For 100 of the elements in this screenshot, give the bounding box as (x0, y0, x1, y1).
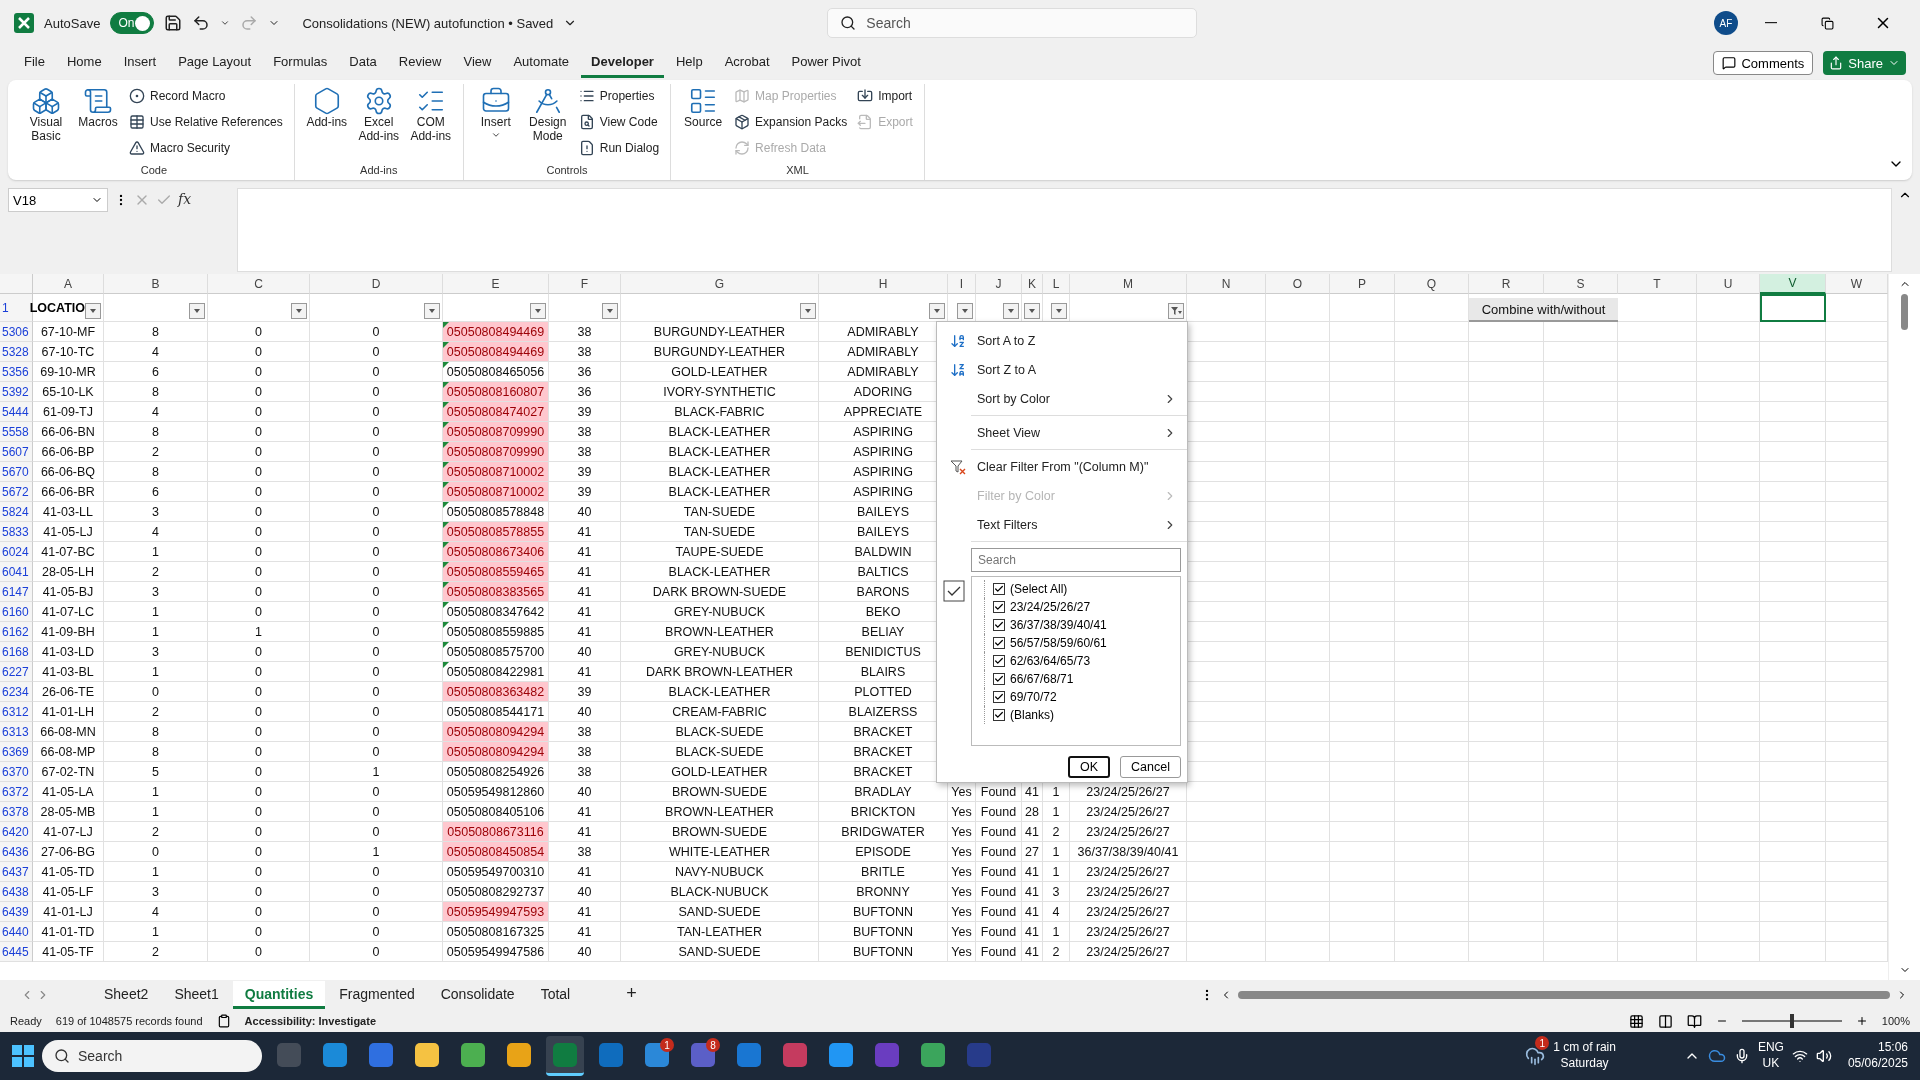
ribbon-tab[interactable]: Acrobat (714, 48, 780, 78)
checkbox-icon[interactable] (943, 580, 965, 602)
column-header[interactable]: K (1022, 274, 1043, 294)
save-icon[interactable] (164, 14, 183, 32)
column-header[interactable]: J (976, 274, 1022, 294)
sheet-tab[interactable]: Sheet1 (162, 981, 231, 1009)
filter-value[interactable]: 66/67/68/71 (984, 670, 1180, 688)
filter-value[interactable]: (Blanks) (984, 706, 1180, 724)
scroll-thumb[interactable] (1238, 991, 1890, 999)
ribbon-tab[interactable]: Power Pivot (781, 48, 871, 78)
ribbon-button[interactable]: Insert (471, 84, 520, 164)
column-header[interactable]: W (1826, 274, 1888, 294)
filter-applied-button[interactable] (1168, 303, 1184, 319)
checkbox[interactable] (993, 691, 1005, 703)
filter-button[interactable] (957, 303, 973, 319)
ribbon-tab[interactable]: Automate (503, 48, 580, 78)
ribbon-tab[interactable]: Formulas (263, 48, 338, 78)
ribbon-button[interactable]: Macros (74, 84, 122, 164)
filter-button[interactable] (85, 303, 101, 319)
formula-input[interactable] (237, 188, 1892, 272)
sheet-tab[interactable]: Consolidate (428, 981, 527, 1009)
macro-icon[interactable] (216, 1014, 231, 1028)
ribbon-tab[interactable]: Help (665, 48, 713, 78)
ribbon-tab[interactable]: Data (339, 48, 387, 78)
checkbox[interactable] (993, 709, 1005, 721)
filter-button[interactable] (1003, 303, 1019, 319)
filter-value[interactable]: 56/57/58/59/60/61 (984, 634, 1180, 652)
network-icon[interactable] (1791, 1048, 1808, 1064)
sheet-tab[interactable]: Quantities (232, 981, 326, 1009)
undo-icon[interactable] (192, 14, 211, 32)
checkbox[interactable] (993, 637, 1005, 649)
ribbon-button[interactable]: Add-ins (302, 84, 351, 164)
filter-button[interactable] (424, 303, 440, 319)
column-header[interactable]: M (1070, 274, 1187, 294)
column-header[interactable]: R (1469, 274, 1544, 294)
ribbon-tab[interactable]: Page Layout (168, 48, 262, 78)
ribbon-button[interactable]: View Code (575, 110, 663, 134)
filter-value[interactable]: 36/37/38/39/40/41 (984, 616, 1180, 634)
ribbon-button[interactable]: Macro Security (126, 136, 286, 160)
filter-button[interactable] (189, 303, 205, 319)
search-field[interactable]: Search (971, 548, 1181, 572)
checkbox[interactable] (993, 619, 1005, 631)
comments-button[interactable]: Comments (1713, 51, 1814, 75)
checkbox[interactable] (993, 673, 1005, 685)
page-break-icon[interactable] (1686, 1013, 1702, 1029)
taskbar-app[interactable]: 1 (638, 1036, 676, 1076)
combine-button[interactable]: Combine with/without (1469, 298, 1618, 322)
share-button[interactable]: Share (1823, 51, 1906, 75)
checkbox[interactable] (993, 583, 1005, 595)
column-header[interactable]: D (310, 274, 443, 294)
scroll-thumb[interactable] (1901, 294, 1908, 330)
column-header[interactable]: O (1266, 274, 1330, 294)
ribbon-button[interactable]: Expansion Packs (731, 110, 851, 134)
column-header[interactable]: Q (1395, 274, 1469, 294)
filter-button[interactable] (1051, 303, 1067, 319)
ribbon-button[interactable]: Excel Add-ins (354, 84, 403, 164)
filter-button[interactable] (291, 303, 307, 319)
weather-widget[interactable]: 1 cm of rain Saturday (1553, 1040, 1616, 1072)
ribbon-button[interactable]: Import (854, 84, 916, 108)
filter-button[interactable] (530, 303, 546, 319)
accessibility-status[interactable]: Accessibility: Investigate (244, 1015, 377, 1027)
ribbon-button[interactable]: Properties (575, 84, 663, 108)
sheet-tab[interactable]: Fragmented (327, 981, 427, 1009)
ribbon-tab[interactable]: View (453, 48, 502, 78)
column-header[interactable]: H (819, 274, 948, 294)
column-header[interactable]: V (1760, 274, 1826, 294)
zoom-in-icon[interactable] (1855, 1015, 1868, 1027)
taskbar-search[interactable]: Search (42, 1040, 262, 1072)
filter-value[interactable]: 23/24/25/26/27 (984, 598, 1180, 616)
column-header[interactable]: A (33, 274, 104, 294)
column-header[interactable]: L (1043, 274, 1070, 294)
checkbox[interactable] (993, 601, 1005, 613)
ribbon-tab[interactable]: Review (388, 48, 452, 78)
ribbon-tab[interactable]: File (14, 48, 55, 78)
filter-button[interactable] (602, 303, 618, 319)
checkbox[interactable] (993, 655, 1005, 667)
filter-value[interactable]: 69/70/72 (984, 688, 1180, 706)
cloud-icon[interactable] (1707, 1047, 1726, 1065)
ribbon-tab[interactable]: Home (56, 48, 112, 78)
column-header[interactable]: T (1618, 274, 1697, 294)
column-header[interactable]: B (104, 274, 208, 294)
insert-function-button[interactable]: fx (178, 191, 192, 207)
ribbon-button[interactable]: COM Add-ins (406, 84, 455, 164)
language-indicator[interactable]: ENG UK (1757, 1040, 1784, 1072)
ribbon-tab[interactable]: Insert (113, 48, 167, 78)
name-box[interactable]: V18 (8, 188, 108, 212)
add-sheet-button[interactable]: + (614, 981, 649, 1009)
ribbon-button[interactable]: Use Relative References (126, 110, 286, 134)
column-header[interactable]: U (1697, 274, 1760, 294)
ribbon-button[interactable]: Visual Basic (22, 84, 70, 164)
clock[interactable]: 15:06 05/06/2025 (1847, 1040, 1908, 1072)
column-header[interactable]: N (1187, 274, 1266, 294)
column-header[interactable]: I (948, 274, 976, 294)
ribbon-button[interactable]: Design Mode (523, 84, 572, 164)
column-header[interactable]: E (443, 274, 549, 294)
sheet-tab[interactable]: Sheet2 (92, 981, 161, 1009)
taskbar-app[interactable] (546, 1036, 584, 1076)
column-header[interactable]: P (1330, 274, 1395, 294)
ribbon-button[interactable]: Record Macro (126, 84, 286, 108)
ribbon-button[interactable]: Run Dialog (575, 136, 663, 160)
